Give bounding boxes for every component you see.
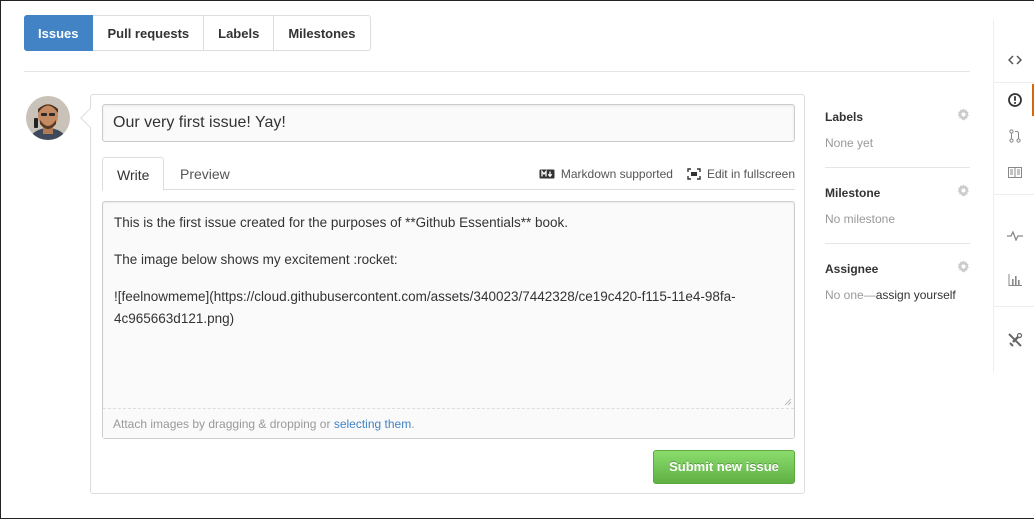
assignee-heading: Assignee: [825, 262, 879, 276]
nav-graphs[interactable]: [994, 262, 1034, 298]
attach-text: Attach images by dragging & dropping or: [113, 417, 334, 431]
fullscreen-link[interactable]: Edit in fullscreen: [687, 167, 795, 181]
body-line: The image below shows my excitement :roc…: [114, 252, 398, 267]
milestone-value: No milestone: [825, 212, 896, 226]
wiki-icon: [1007, 166, 1022, 178]
attach-suffix: .: [411, 417, 415, 431]
issue-body-text: This is the first issue created for the …: [114, 212, 784, 345]
pull-request-icon: [1008, 129, 1021, 143]
markdown-icon: [539, 169, 555, 178]
divider: [825, 243, 970, 244]
issue-icon: [1007, 93, 1022, 107]
resize-handle-icon[interactable]: [782, 396, 792, 406]
markdown-supported-link[interactable]: Markdown supported: [539, 167, 673, 181]
body-line: This is the first issue created for the …: [114, 215, 568, 230]
repo-subnav: Issues Pull requests Labels Milestones: [24, 15, 371, 51]
assignee-gear-icon[interactable]: [957, 260, 970, 273]
divider: [825, 167, 970, 168]
avatar[interactable]: [26, 96, 70, 140]
body-line: ![feelnowmeme](https://cloud.githubuserc…: [114, 289, 736, 326]
settings-icon: [1007, 332, 1022, 347]
editor-toolbar: Markdown supported Edit in fullscreen: [525, 157, 795, 190]
fullscreen-label: Edit in fullscreen: [706, 166, 795, 181]
divider: [994, 194, 1034, 195]
attach-images-bar[interactable]: Attach images by dragging & dropping or …: [103, 408, 794, 438]
issue-title-input[interactable]: Our very first issue! Yay!: [102, 104, 795, 142]
milestone-heading: Milestone: [825, 186, 881, 200]
nav-pulse[interactable]: [994, 218, 1034, 254]
pulse-icon: [1006, 231, 1023, 241]
nav-issues[interactable]: [994, 82, 1034, 118]
select-files-link[interactable]: selecting them: [334, 417, 411, 431]
nav-wiki[interactable]: [994, 154, 1034, 190]
nav-pull-requests[interactable]: [994, 118, 1034, 154]
assignee-value: No one—assign yourself: [825, 288, 956, 302]
divider: [994, 306, 1034, 307]
tab-milestones[interactable]: Milestones: [274, 15, 371, 51]
new-issue-form: Our very first issue! Yay! Write Preview…: [80, 94, 805, 494]
graph-icon: [1008, 274, 1022, 286]
nav-code[interactable]: [994, 42, 1034, 78]
code-icon: [1007, 55, 1022, 65]
avatar-image: [26, 96, 70, 140]
repo-nav-rail: [993, 20, 1034, 372]
editor-tabs: Write Preview Markdown supported Edit in…: [102, 157, 795, 191]
assignee-none-text: No one—: [825, 288, 876, 302]
tab-pull-requests[interactable]: Pull requests: [93, 15, 205, 51]
tab-issues[interactable]: Issues: [24, 15, 94, 51]
fullscreen-icon: [687, 167, 701, 180]
tab-write[interactable]: Write: [102, 157, 165, 191]
markdown-label: Markdown supported: [560, 166, 673, 181]
submit-issue-button[interactable]: Submit new issue: [653, 450, 795, 484]
labels-gear-icon[interactable]: [957, 108, 970, 121]
tab-preview[interactable]: Preview: [166, 157, 244, 191]
issue-body-textarea[interactable]: This is the first issue created for the …: [102, 201, 795, 439]
labels-value: None yet: [825, 136, 874, 150]
divider: [24, 71, 970, 72]
milestone-gear-icon[interactable]: [957, 184, 970, 197]
tab-labels[interactable]: Labels: [204, 15, 275, 51]
labels-heading: Labels: [825, 110, 864, 124]
assign-yourself-link[interactable]: assign yourself: [876, 288, 956, 302]
nav-settings[interactable]: [994, 322, 1034, 358]
